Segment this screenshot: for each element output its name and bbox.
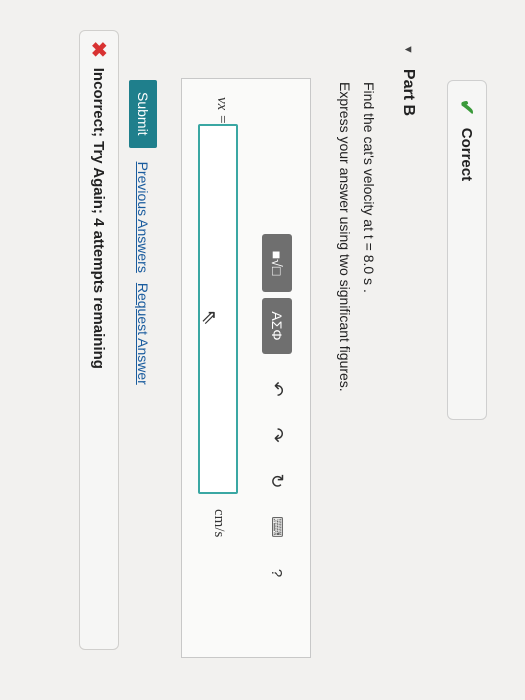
greek-symbols-button[interactable]: AΣΦ [262, 298, 292, 354]
part-title: Part B [400, 68, 417, 117]
mouse-cursor-icon: ⇖ [198, 309, 220, 326]
variable-label: vx = [214, 97, 230, 125]
question-text: Find the cat's velocity at t = 8.0 s . [361, 82, 377, 293]
units-label: cm/s [211, 509, 227, 538]
screen: ✔ Correct ▼ Part B Find the cat's veloci… [0, 0, 525, 700]
templates-button[interactable]: ■√□ [262, 234, 292, 292]
x-mark-icon: ✖ [87, 41, 110, 58]
math-toolbar: ■√□ AΣΦ ↶ ↷ ↻ ⌨ ? [262, 234, 292, 590]
correct-panel: ✔ Correct [447, 80, 487, 420]
collapse-triangle-icon[interactable]: ▼ [402, 44, 414, 55]
answer-actions: Submit Previous Answers Request Answer [129, 80, 157, 395]
reset-icon[interactable]: ↻ [262, 464, 292, 498]
correct-label: Correct [458, 127, 476, 182]
redo-icon[interactable]: ↷ [262, 418, 292, 452]
undo-icon[interactable]: ↶ [262, 372, 292, 406]
keyboard-icon[interactable]: ⌨ [262, 510, 292, 544]
instruction-text: Express your answer using two significan… [337, 82, 353, 392]
help-icon[interactable]: ? [262, 556, 292, 590]
part-header[interactable]: ▼ Part B [399, 44, 417, 116]
feedback-text: Incorrect; Try Again; 4 attempts remaini… [90, 67, 108, 369]
check-icon: ✔ [455, 99, 478, 116]
answer-panel: ■√□ AΣΦ ↶ ↷ ↻ ⌨ ? vx = ⇖ cm/s [181, 78, 311, 658]
previous-answers-link[interactable]: Previous Answers [135, 162, 151, 273]
submit-button[interactable]: Submit [129, 80, 157, 148]
feedback-panel: ✖ Incorrect; Try Again; 4 attempts remai… [79, 30, 119, 650]
request-answer-link[interactable]: Request Answer [135, 283, 151, 385]
